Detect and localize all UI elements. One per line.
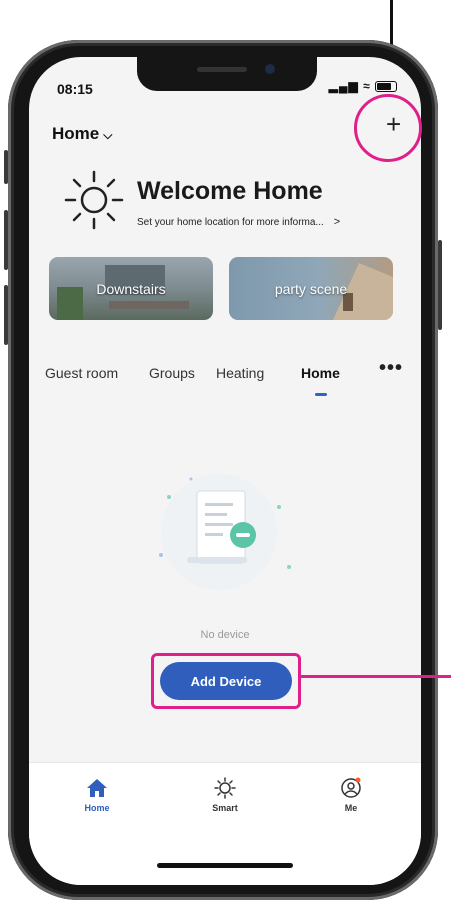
phone-volume-up (4, 210, 8, 270)
welcome-title: Welcome Home (137, 177, 323, 205)
set-location-text: Set your home location for more informa.… (137, 217, 324, 228)
tab-guest-room[interactable]: Guest room (45, 365, 118, 381)
signal-icon: ▂▄▆ (328, 79, 359, 93)
tab-bar-label: Home (84, 803, 110, 813)
wifi-icon: ≈ (363, 79, 371, 93)
status-time: 08:15 (57, 81, 93, 97)
chevron-down-icon: ⌵ (103, 128, 113, 142)
sun-icon (214, 777, 236, 799)
tab-heating[interactable]: Heating (216, 365, 264, 381)
notch (137, 57, 317, 91)
phone-mute-switch (4, 150, 8, 184)
speaker (197, 67, 247, 72)
set-location-link[interactable]: Set your home location for more informa.… (137, 216, 340, 228)
profile-icon (341, 777, 361, 798)
home-selector-label: Home (52, 124, 100, 143)
annotation-pointer-line-horizontal (298, 675, 451, 678)
home-selector[interactable]: Home ⌵ (52, 124, 112, 144)
scene-card-party[interactable]: party scene (229, 257, 393, 320)
tab-bar-label: Smart (212, 803, 238, 813)
annotation-circle (354, 94, 422, 162)
chevron-right-icon: > (333, 216, 341, 228)
house-icon (87, 779, 107, 797)
more-tabs-button[interactable]: ••• (379, 357, 403, 380)
tab-groups[interactable]: Groups (149, 365, 195, 381)
tab-bar-smart[interactable]: Smart (195, 777, 255, 813)
empty-device-illustration (159, 474, 291, 590)
empty-state-message: No device (200, 629, 250, 641)
scene-card-downstairs[interactable]: Downstairs (49, 257, 213, 320)
home-indicator (157, 863, 293, 868)
tab-bar-label: Me (344, 803, 358, 813)
phone-volume-down (4, 285, 8, 345)
sun-weather-icon (64, 170, 124, 230)
tab-home[interactable]: Home (301, 365, 340, 381)
room-tabs: Guest room Groups Heating Home (29, 365, 421, 389)
tab-bar-me[interactable]: Me (321, 777, 381, 813)
phone-power-button (438, 240, 442, 330)
battery-icon (375, 81, 397, 93)
add-device-highlight: Add Device (151, 653, 301, 709)
tab-bar-home[interactable]: Home (67, 777, 127, 813)
app-screen: 08:15 ▂▄▆ ≈ Home ⌵ + Welcome Home Set you… (29, 57, 421, 885)
add-device-button[interactable]: Add Device (160, 662, 292, 700)
status-icons: ▂▄▆ ≈ (329, 79, 397, 93)
front-camera (265, 64, 275, 74)
scene-label: Downstairs (96, 281, 166, 297)
scene-label: party scene (274, 281, 348, 297)
active-tab-indicator (315, 393, 327, 396)
